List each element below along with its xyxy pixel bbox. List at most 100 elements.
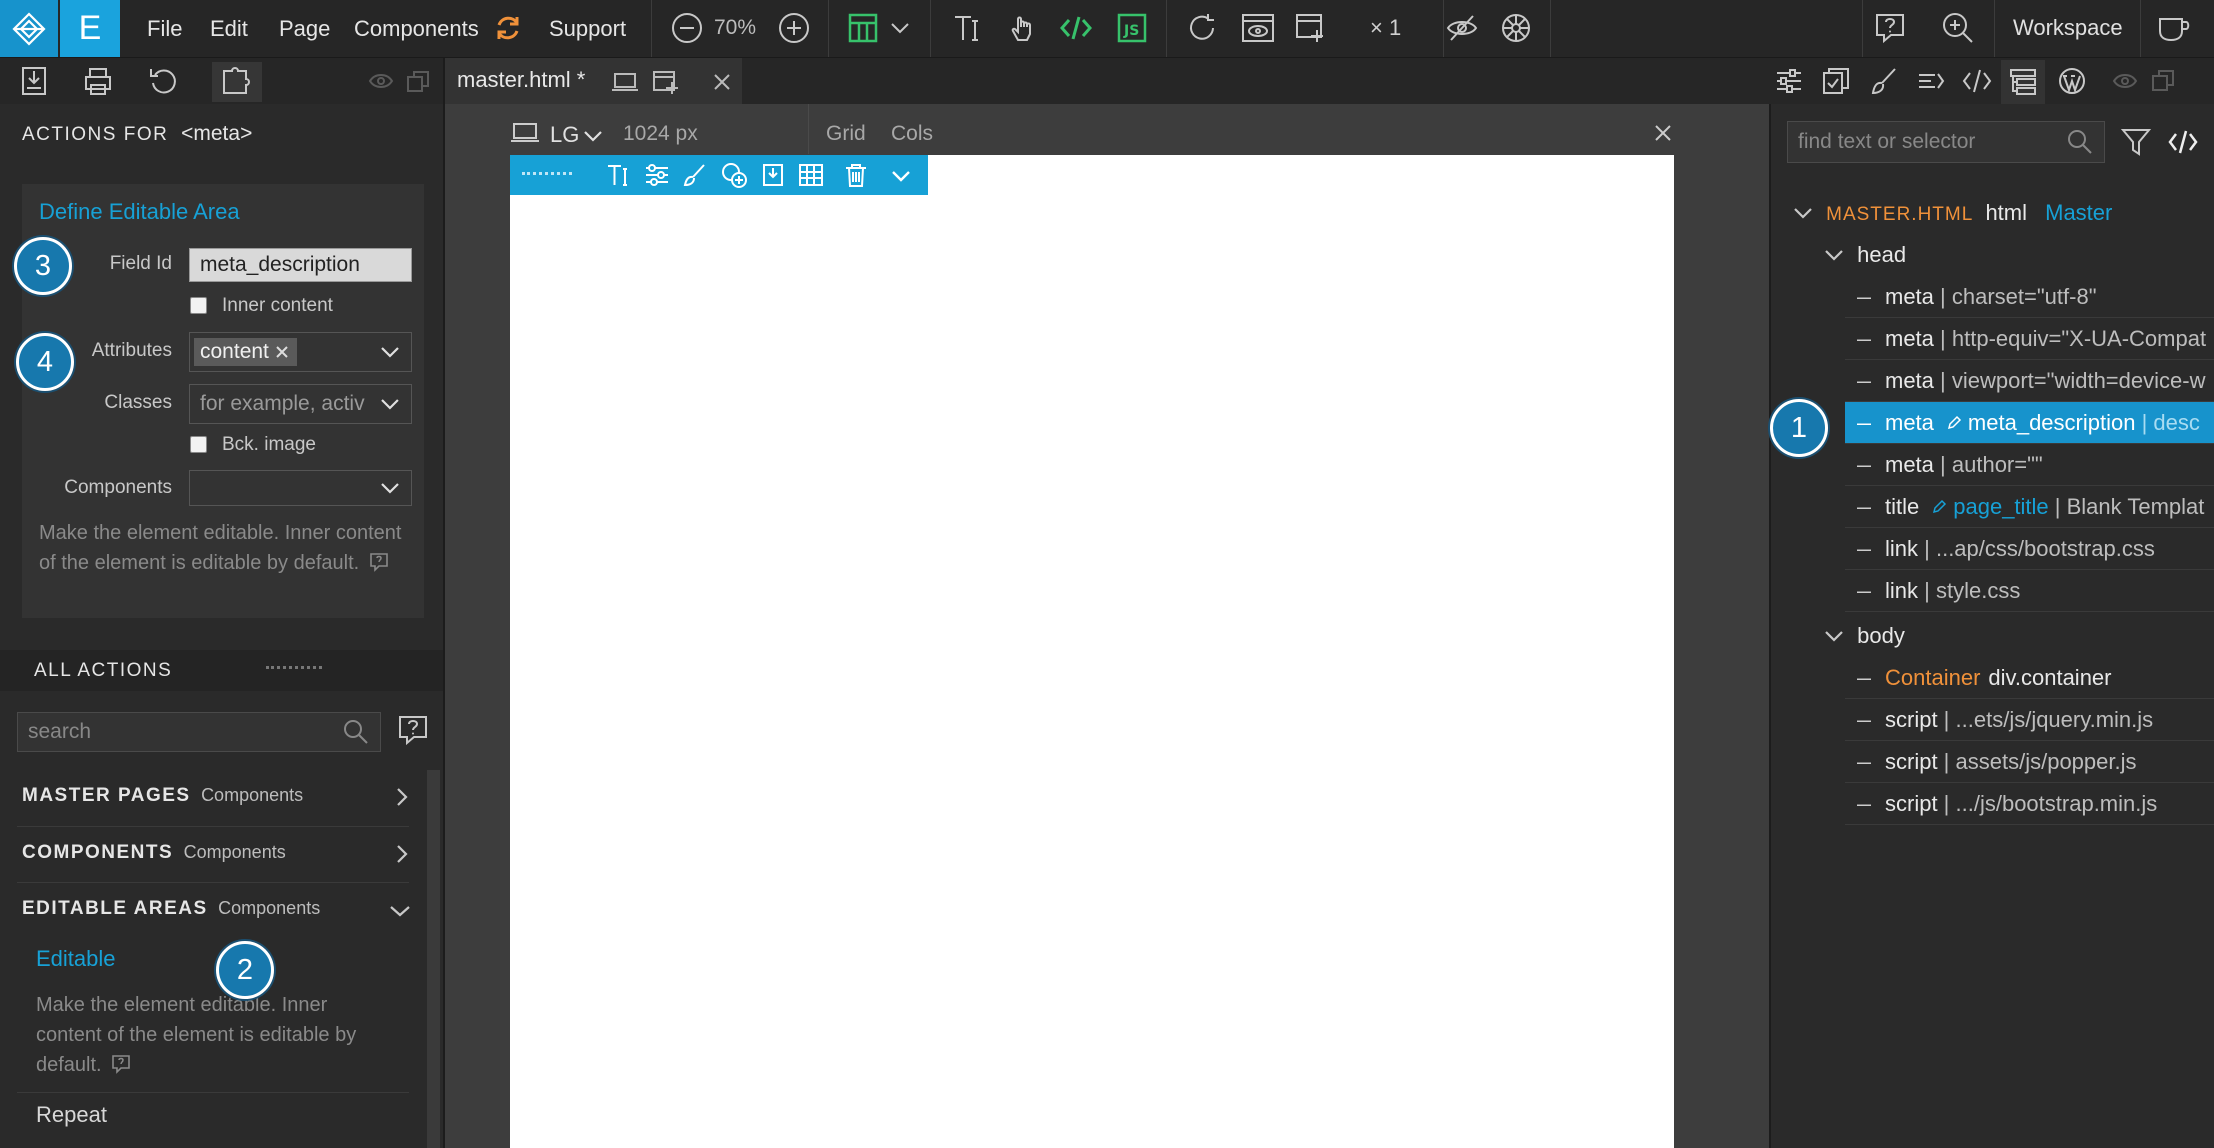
tree-head-child-row[interactable]: — meta | charset="utf-8" xyxy=(1845,276,2214,318)
zoom-out-button[interactable] xyxy=(667,8,707,48)
new-window-icon[interactable] xyxy=(652,68,680,96)
tree-tab-active[interactable] xyxy=(2001,60,2045,104)
tree-body-child-row[interactable]: — script | .../js/bootstrap.min.js xyxy=(1845,783,2214,825)
trash-icon[interactable] xyxy=(843,162,869,188)
tree-head-child-row[interactable]: — meta meta_description | desc xyxy=(1845,402,2214,444)
pinegrow-logo-button[interactable] xyxy=(0,0,58,57)
all-actions-search-input[interactable]: search xyxy=(17,712,381,752)
laptop-icon[interactable] xyxy=(510,121,540,145)
tree-head[interactable]: head xyxy=(1823,234,2213,276)
left-scrollbar[interactable] xyxy=(427,770,440,1148)
editable-action-item[interactable]: Editable xyxy=(36,946,116,972)
interactive-mode-button[interactable] xyxy=(1002,8,1042,48)
repeat-action-item[interactable]: Repeat xyxy=(36,1102,107,1128)
menu-page[interactable]: Page xyxy=(279,0,330,57)
duplicate-icon[interactable] xyxy=(760,162,786,188)
components-button[interactable] xyxy=(212,62,262,102)
code-view-button[interactable] xyxy=(1056,8,1096,48)
layout-dropdown-button[interactable] xyxy=(885,8,915,48)
tree-head-child-row[interactable]: — meta | http-equiv="X-UA-Compat xyxy=(1845,318,2214,360)
hide-overlays-button[interactable] xyxy=(1442,8,1482,48)
add-element-icon[interactable] xyxy=(720,161,748,189)
page-tab[interactable]: master.html * xyxy=(445,58,742,104)
workspace-menu[interactable]: Workspace xyxy=(2013,15,2123,41)
layout-button[interactable] xyxy=(843,8,883,48)
close-device-bar-icon[interactable] xyxy=(1652,122,1674,144)
components-select[interactable] xyxy=(189,470,412,506)
chevron-down-icon[interactable] xyxy=(379,393,401,415)
menu-file[interactable]: File xyxy=(147,0,182,57)
attribute-tag-content[interactable]: content xyxy=(194,338,297,366)
tree-body[interactable]: body xyxy=(1823,615,2213,657)
tree-body-child-row[interactable]: — script | ...ets/js/jquery.min.js xyxy=(1845,699,2214,741)
text-edit-button[interactable] xyxy=(948,8,988,48)
tree-head-child-row[interactable]: — title page_title | Blank Templat xyxy=(1845,486,2214,528)
properties-sliders-icon[interactable] xyxy=(1774,66,1804,96)
search-icon[interactable] xyxy=(342,718,370,746)
undo-button[interactable] xyxy=(147,65,179,97)
device-size-label[interactable]: LG xyxy=(550,122,579,148)
chevron-down-icon[interactable] xyxy=(582,125,604,147)
chevron-down-icon[interactable] xyxy=(379,477,401,499)
panel-undock-button[interactable] xyxy=(406,70,430,94)
reload-page-button[interactable] xyxy=(1182,8,1222,48)
help-bubble-icon[interactable] xyxy=(369,552,389,572)
filter-icon[interactable] xyxy=(2120,126,2152,158)
table-icon[interactable] xyxy=(798,162,824,188)
section-master-pages[interactable]: MASTER PAGES Components xyxy=(22,785,412,827)
search-icon[interactable] xyxy=(2066,128,2094,156)
editor-logo-button[interactable]: E xyxy=(60,0,120,57)
classes-input[interactable]: for example, activ xyxy=(189,384,412,424)
eye-faded-icon[interactable] xyxy=(2112,70,2138,92)
settings-wheel-button[interactable] xyxy=(1496,8,1536,48)
tree-head-child-row[interactable]: — meta | viewport="width=device-w xyxy=(1845,360,2214,402)
tree-root-html[interactable]: MASTER.HTML html Master xyxy=(1792,192,2214,234)
menu-edit[interactable]: Edit xyxy=(210,0,248,57)
close-tab-icon[interactable] xyxy=(711,71,733,93)
section-components[interactable]: COMPONENTS Components xyxy=(22,842,412,884)
text-align-icon[interactable] xyxy=(1916,66,1946,96)
search-zoom-button[interactable] xyxy=(1938,8,1978,48)
save-page-button[interactable] xyxy=(18,65,50,97)
panel-visibility-button[interactable] xyxy=(368,70,394,92)
library-icon[interactable] xyxy=(1821,66,1851,96)
code-icon[interactable] xyxy=(1961,66,1993,96)
tree-head-child-row[interactable]: — meta | author="" xyxy=(1845,444,2214,486)
define-editable-area-title[interactable]: Define Editable Area xyxy=(39,199,240,225)
help-button[interactable] xyxy=(1870,8,1910,48)
page-canvas[interactable] xyxy=(510,155,1674,1148)
chevron-down-icon[interactable] xyxy=(379,341,401,363)
text-cursor-icon[interactable] xyxy=(606,162,632,188)
all-actions-help-button[interactable] xyxy=(396,713,430,747)
menu-support[interactable]: Support xyxy=(549,0,626,57)
grid-toggle[interactable]: Grid xyxy=(826,122,866,146)
inner-content-checkbox[interactable] xyxy=(190,297,207,314)
chevron-down-icon[interactable] xyxy=(890,165,912,187)
menu-components[interactable]: Components xyxy=(354,0,479,57)
refresh-components-button[interactable] xyxy=(488,8,528,48)
multiplier-label[interactable]: × 1 xyxy=(1370,15,1401,41)
attributes-select[interactable]: content xyxy=(189,332,412,372)
tree-body-child-row[interactable]: — Container div.container xyxy=(1845,657,2214,699)
section-editable-areas[interactable]: EDITABLE AREAS Components xyxy=(22,898,412,940)
coffee-button[interactable] xyxy=(2154,8,2194,48)
print-button[interactable] xyxy=(82,65,114,97)
preview-button[interactable] xyxy=(1238,8,1278,48)
zoom-in-button[interactable] xyxy=(774,8,814,48)
field-id-input[interactable]: meta_description xyxy=(189,248,412,282)
tree-head-child-row[interactable]: — link | ...ap/css/bootstrap.css xyxy=(1845,528,2214,570)
js-button[interactable]: JS xyxy=(1112,8,1152,48)
drag-handle-icon[interactable] xyxy=(522,172,572,179)
code-white-icon[interactable] xyxy=(2167,126,2199,158)
tree-body-child-row[interactable]: — script | assets/js/popper.js xyxy=(1845,741,2214,783)
help-bubble-icon[interactable] xyxy=(111,1054,131,1074)
sliders-icon[interactable] xyxy=(644,162,670,188)
style-brush-icon[interactable] xyxy=(1869,66,1899,96)
open-in-browser-button[interactable] xyxy=(1292,8,1332,48)
tree-head-child-row[interactable]: — link | style.css xyxy=(1845,570,2214,612)
remove-tag-icon[interactable] xyxy=(273,343,291,361)
window-copy-icon[interactable] xyxy=(2151,69,2175,93)
brush-icon[interactable] xyxy=(682,162,708,188)
laptop-icon[interactable] xyxy=(611,70,639,94)
resize-grip-icon[interactable] xyxy=(266,666,322,673)
